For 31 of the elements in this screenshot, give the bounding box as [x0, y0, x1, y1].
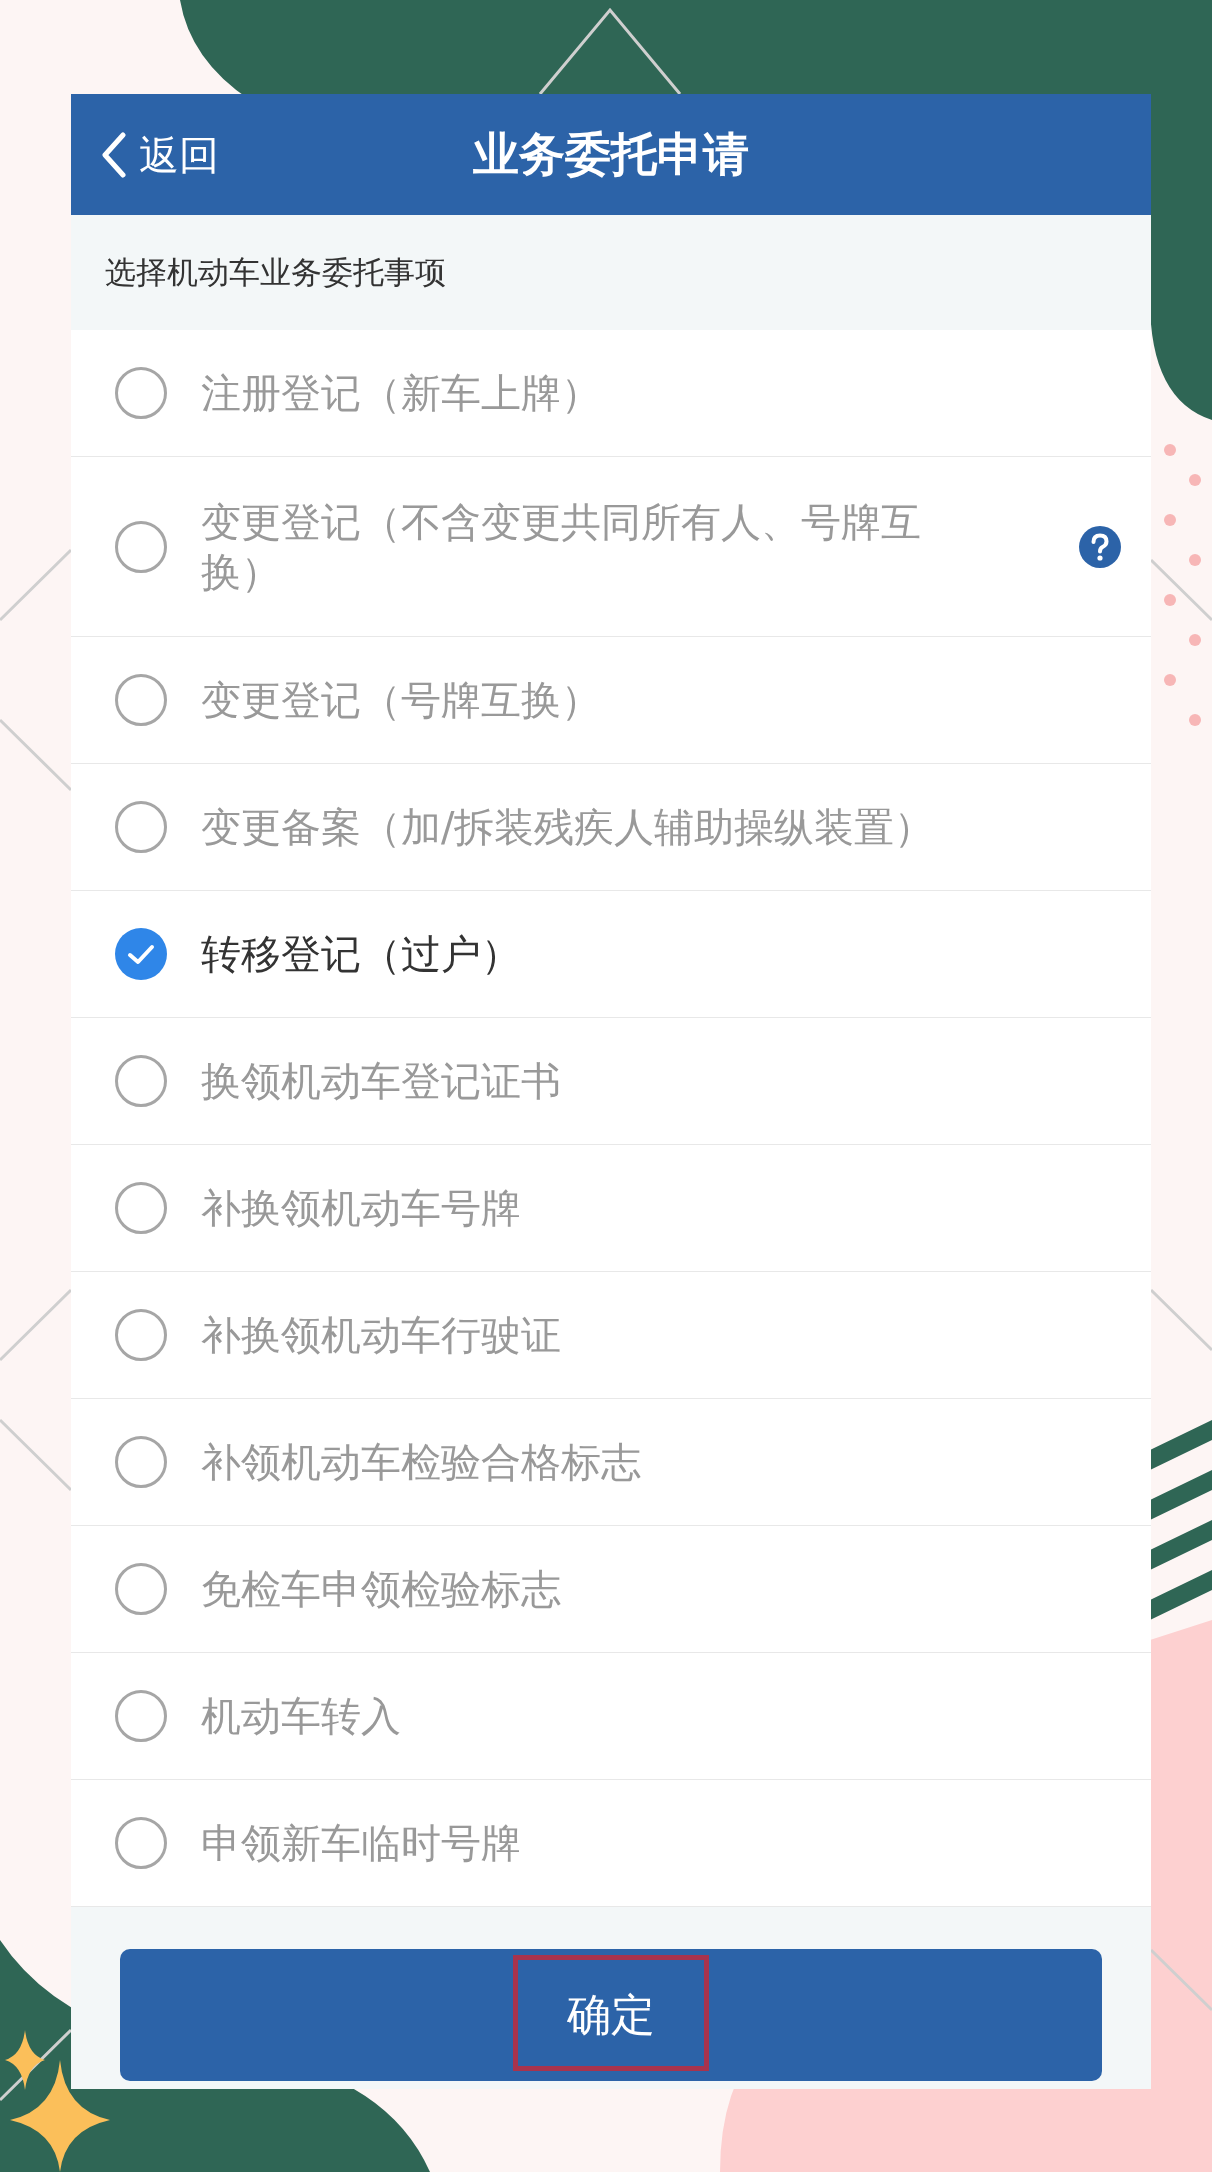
radio-icon[interactable]	[115, 367, 167, 419]
radio-icon[interactable]	[115, 1436, 167, 1488]
radio-icon[interactable]	[115, 674, 167, 726]
section-label: 选择机动车业务委托事项	[105, 253, 446, 293]
page-title: 业务委托申请	[473, 126, 749, 183]
option-label[interactable]: 变更登记（号牌互换）	[201, 675, 601, 725]
checked-radio-icon[interactable]	[115, 928, 167, 980]
sparkle-icon	[5, 2030, 110, 2172]
option-label[interactable]: 免检车申领检验标志	[201, 1564, 561, 1614]
option-label[interactable]: 申领新车临时号牌	[201, 1818, 521, 1868]
radio-icon[interactable]	[115, 1309, 167, 1361]
option-label[interactable]: 补换领机动车号牌	[201, 1183, 521, 1233]
option-label[interactable]: 注册登记（新车上牌）	[201, 368, 601, 418]
option-label[interactable]: 补领机动车检验合格标志	[201, 1437, 641, 1487]
radio-icon[interactable]	[115, 801, 167, 853]
option-label[interactable]: 变更备案（加/拆装残疾人辅助操纵装置）	[201, 802, 935, 852]
confirm-button[interactable]: 确定	[120, 1949, 1102, 2081]
radio-icon[interactable]	[115, 1055, 167, 1107]
option-label[interactable]: 转移登记（过户）	[201, 929, 521, 979]
option-label[interactable]: 机动车转入	[201, 1691, 401, 1741]
option-label[interactable]: 补换领机动车行驶证	[201, 1310, 561, 1360]
radio-icon[interactable]	[115, 1817, 167, 1869]
radio-icon[interactable]	[115, 1690, 167, 1742]
radio-icon[interactable]	[115, 1182, 167, 1234]
help-icon[interactable]	[1079, 525, 1121, 568]
option-label[interactable]: 换领机动车登记证书	[201, 1056, 561, 1106]
radio-icon[interactable]	[115, 1563, 167, 1615]
radio-icon[interactable]	[115, 520, 167, 573]
option-label[interactable]: 变更登记（不含变更共同所有人、号牌互换）	[201, 496, 991, 597]
back-chevron-icon	[101, 132, 127, 178]
back-button[interactable]: 返回	[101, 120, 219, 190]
